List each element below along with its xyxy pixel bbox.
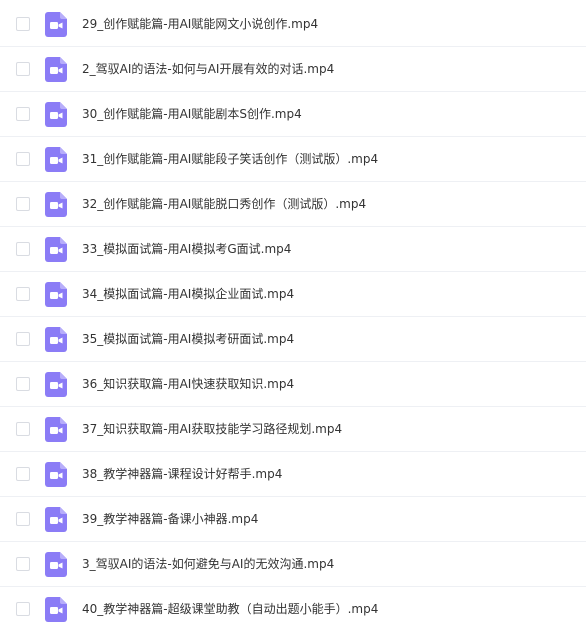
file-row[interactable]: 35_模拟面试篇-用AI模拟考研面试.mp4 (0, 317, 586, 362)
file-row[interactable]: 34_模拟面试篇-用AI模拟企业面试.mp4 (0, 272, 586, 317)
row-checkbox[interactable] (16, 512, 30, 526)
video-file-icon (45, 282, 67, 307)
video-file-icon (45, 327, 67, 352)
row-checkbox[interactable] (16, 287, 30, 301)
file-row[interactable]: 32_创作赋能篇-用AI赋能脱口秀创作（测试版）.mp4 (0, 182, 586, 227)
file-name[interactable]: 2_驾驭AI的语法-如何与AI开展有效的对话.mp4 (82, 47, 334, 92)
video-file-icon (45, 102, 67, 127)
file-name[interactable]: 31_创作赋能篇-用AI赋能段子笑话创作（测试版）.mp4 (82, 137, 378, 182)
video-file-icon (45, 147, 67, 172)
file-name[interactable]: 36_知识获取篇-用AI快速获取知识.mp4 (82, 362, 294, 407)
row-checkbox[interactable] (16, 332, 30, 346)
video-file-icon (45, 57, 67, 82)
file-name[interactable]: 32_创作赋能篇-用AI赋能脱口秀创作（测试版）.mp4 (82, 182, 366, 227)
row-checkbox[interactable] (16, 422, 30, 436)
row-checkbox[interactable] (16, 242, 30, 256)
file-row[interactable]: 3_驾驭AI的语法-如何避免与AI的无效沟通.mp4 (0, 542, 586, 587)
row-checkbox[interactable] (16, 17, 30, 31)
video-file-icon (45, 597, 67, 622)
video-file-icon (45, 12, 67, 37)
file-name[interactable]: 39_教学神器篇-备课小神器.mp4 (82, 497, 258, 542)
file-row[interactable]: 33_模拟面试篇-用AI模拟考G面试.mp4 (0, 227, 586, 272)
file-row[interactable]: 37_知识获取篇-用AI获取技能学习路径规划.mp4 (0, 407, 586, 452)
file-name[interactable]: 37_知识获取篇-用AI获取技能学习路径规划.mp4 (82, 407, 342, 452)
video-file-icon (45, 237, 67, 262)
file-row[interactable]: 36_知识获取篇-用AI快速获取知识.mp4 (0, 362, 586, 407)
row-checkbox[interactable] (16, 107, 30, 121)
file-name[interactable]: 33_模拟面试篇-用AI模拟考G面试.mp4 (82, 227, 291, 272)
file-row[interactable]: 39_教学神器篇-备课小神器.mp4 (0, 497, 586, 542)
video-file-icon (45, 507, 67, 532)
row-checkbox[interactable] (16, 197, 30, 211)
file-row[interactable]: 30_创作赋能篇-用AI赋能剧本S创作.mp4 (0, 92, 586, 137)
row-checkbox[interactable] (16, 602, 30, 616)
file-name[interactable]: 40_教学神器篇-超级课堂助教（自动出题小能手）.mp4 (82, 587, 378, 630)
file-name[interactable]: 3_驾驭AI的语法-如何避免与AI的无效沟通.mp4 (82, 542, 334, 587)
file-row[interactable]: 29_创作赋能篇-用AI赋能网文小说创作.mp4 (0, 2, 586, 47)
video-file-icon (45, 417, 67, 442)
file-row[interactable]: 40_教学神器篇-超级课堂助教（自动出题小能手）.mp4 (0, 587, 586, 630)
file-name[interactable]: 30_创作赋能篇-用AI赋能剧本S创作.mp4 (82, 92, 302, 137)
file-name[interactable]: 29_创作赋能篇-用AI赋能网文小说创作.mp4 (82, 2, 318, 47)
file-list: 29_创作赋能篇-用AI赋能网文小说创作.mp4 2_驾驭AI的语法-如何与AI开… (0, 0, 586, 630)
file-name[interactable]: 38_教学神器篇-课程设计好帮手.mp4 (82, 452, 282, 497)
file-row[interactable]: 2_驾驭AI的语法-如何与AI开展有效的对话.mp4 (0, 47, 586, 92)
file-name[interactable]: 35_模拟面试篇-用AI模拟考研面试.mp4 (82, 317, 294, 362)
file-name[interactable]: 34_模拟面试篇-用AI模拟企业面试.mp4 (82, 272, 294, 317)
row-checkbox[interactable] (16, 152, 30, 166)
row-checkbox[interactable] (16, 557, 30, 571)
row-checkbox[interactable] (16, 62, 30, 76)
video-file-icon (45, 552, 67, 577)
video-file-icon (45, 192, 67, 217)
row-checkbox[interactable] (16, 467, 30, 481)
file-row[interactable]: 31_创作赋能篇-用AI赋能段子笑话创作（测试版）.mp4 (0, 137, 586, 182)
file-row[interactable]: 38_教学神器篇-课程设计好帮手.mp4 (0, 452, 586, 497)
video-file-icon (45, 372, 67, 397)
video-file-icon (45, 462, 67, 487)
row-checkbox[interactable] (16, 377, 30, 391)
